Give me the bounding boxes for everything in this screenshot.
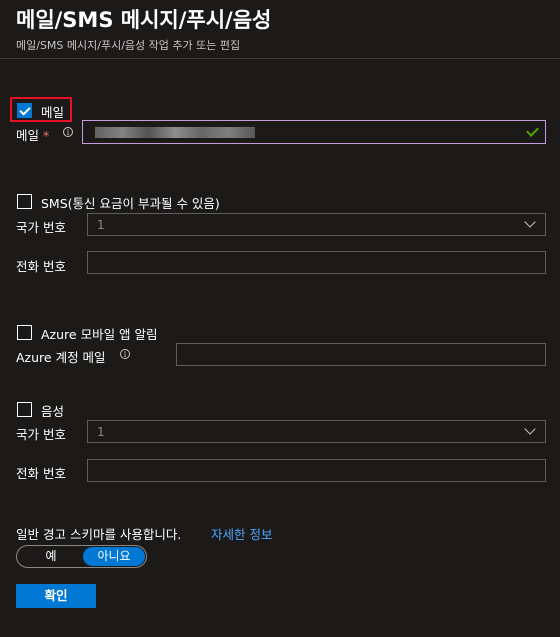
page-title: 메일/SMS 메시지/푸시/음성 — [16, 8, 272, 32]
sms-checkbox[interactable] — [17, 194, 32, 209]
push-account-input[interactable] — [176, 343, 546, 366]
header-divider — [0, 58, 560, 59]
voice-checkbox-label: 음성 — [41, 404, 65, 419]
push-account-label: Azure 계정 메일 — [16, 350, 106, 365]
info-icon[interactable]: i — [63, 127, 73, 137]
email-field-label-text: 메일 — [16, 128, 40, 143]
sms-phone-input[interactable] — [87, 251, 546, 274]
push-checkbox-label: Azure 모바일 앱 알림 — [41, 327, 158, 342]
voice-phone-input[interactable] — [87, 459, 546, 482]
learn-more-link[interactable]: 자세한 정보 — [211, 524, 272, 543]
voice-phone-label: 전화 번호 — [16, 466, 66, 481]
chevron-down-icon — [524, 216, 536, 228]
voice-country-label: 국가 번호 — [16, 427, 66, 442]
sms-country-value: 1 — [97, 218, 105, 232]
email-input[interactable] — [82, 120, 546, 144]
sms-checkbox-label: SMS(통신 요금이 부과될 수 있음) — [41, 196, 220, 211]
sms-country-label: 국가 번호 — [16, 220, 66, 235]
voice-checkbox[interactable] — [17, 402, 32, 417]
email-checkbox[interactable] — [17, 103, 32, 118]
schema-toggle[interactable]: 예 아니요 — [16, 545, 147, 568]
schema-option-no[interactable]: 아니요 — [83, 547, 145, 566]
email-field-label: 메일 * — [16, 125, 49, 144]
email-value-redacted — [95, 127, 255, 138]
valid-check-icon — [526, 124, 539, 137]
voice-country-value: 1 — [97, 425, 105, 439]
schema-question: 일반 경고 스키마를 사용합니다. — [16, 527, 182, 542]
schema-option-yes[interactable]: 예 — [21, 547, 81, 566]
sms-country-select[interactable]: 1 — [87, 213, 546, 236]
email-checkbox-label: 메일 — [41, 105, 65, 120]
voice-country-select[interactable]: 1 — [87, 420, 546, 443]
ok-button[interactable]: 확인 — [16, 584, 96, 608]
required-marker: * — [43, 128, 50, 143]
chevron-down-icon — [524, 423, 536, 435]
sms-phone-label: 전화 번호 — [16, 259, 66, 274]
info-icon[interactable]: i — [120, 349, 130, 359]
page-subtitle: 메일/SMS 메시지/푸시/음성 작업 추가 또는 편집 — [16, 39, 241, 52]
push-checkbox[interactable] — [17, 325, 32, 340]
